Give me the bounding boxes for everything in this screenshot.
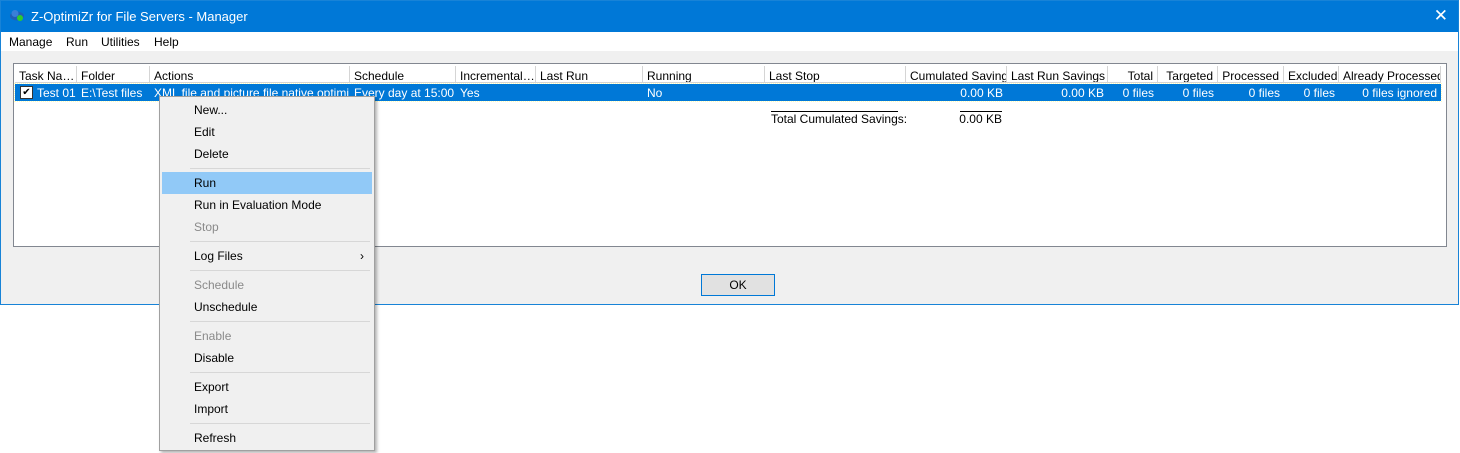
table-cell: E:\Test files	[81, 86, 143, 100]
column-header[interactable]: Task Na…	[15, 66, 77, 83]
table-cell: 0 files ignored	[1362, 86, 1437, 100]
menu-separator	[190, 168, 370, 169]
title-bar: Z-OptimiZr for File Servers - Manager ✕	[1, 1, 1458, 32]
menu-separator	[190, 270, 370, 271]
ok-button[interactable]: OK	[701, 274, 775, 296]
context-item-import[interactable]: Import	[162, 398, 372, 420]
table-cell: 0 files	[1303, 86, 1335, 100]
menu-help[interactable]: Help	[154, 35, 179, 49]
column-header[interactable]: Targeted	[1158, 66, 1218, 83]
context-menu: New... Edit Delete Run Run in Evaluation Mod…	[159, 96, 375, 451]
menu-bar: Manage Run Utilities Help	[1, 32, 1458, 51]
context-item-new[interactable]: New...	[162, 99, 372, 121]
context-item-edit[interactable]: Edit	[162, 121, 372, 143]
column-header[interactable]: Schedule	[350, 66, 456, 83]
context-item-log-files[interactable]: Log Files ›	[162, 245, 372, 267]
menu-utilities[interactable]: Utilities	[101, 35, 140, 49]
context-item-run[interactable]: Run	[162, 172, 372, 194]
menu-separator	[190, 321, 370, 322]
window-title: Z-OptimiZr for File Servers - Manager	[31, 9, 248, 24]
column-header[interactable]: Actions	[150, 66, 350, 83]
menu-separator	[190, 423, 370, 424]
chevron-right-icon: ›	[360, 249, 364, 263]
context-item-delete[interactable]: Delete	[162, 143, 372, 165]
column-header[interactable]: Total	[1108, 66, 1158, 83]
context-item-stop: Stop	[194, 220, 219, 234]
context-item-refresh[interactable]: Refresh	[162, 427, 372, 449]
menu-separator	[190, 241, 370, 242]
table-cell: 0.00 KB	[960, 86, 1003, 100]
task-checkbox[interactable]: ✔	[20, 86, 33, 99]
column-header[interactable]: Processed	[1218, 66, 1284, 83]
context-item-disable[interactable]: Disable	[162, 347, 372, 369]
total-label: Total Cumulated Savings:	[771, 112, 908, 126]
column-header[interactable]: Last Run	[536, 66, 643, 83]
table-cell: 0 files	[1182, 86, 1214, 100]
table-cell: Test 01	[37, 86, 76, 100]
menu-run[interactable]: Run	[66, 35, 88, 49]
column-header[interactable]: Incremental…	[456, 66, 536, 83]
menu-separator	[190, 372, 370, 373]
column-header[interactable]: Last Run Savings	[1007, 66, 1108, 83]
table-cell: 0.00 KB	[1061, 86, 1104, 100]
column-header[interactable]: Folder	[77, 66, 150, 83]
table-cell: Yes	[460, 86, 480, 100]
column-header[interactable]: Last Stop	[765, 66, 906, 83]
total-value: 0.00 KB	[959, 112, 1002, 126]
context-item-run-in-evaluation-mode[interactable]: Run in Evaluation Mode	[162, 194, 372, 216]
table-cell: 0 files	[1122, 86, 1154, 100]
column-header[interactable]: Cumulated Savings	[906, 66, 1007, 83]
context-item-schedule: Schedule	[194, 278, 245, 292]
column-header[interactable]: Already Processed	[1339, 66, 1441, 83]
context-item-enable: Enable	[194, 329, 232, 343]
table-cell: No	[647, 86, 663, 100]
menu-manage[interactable]: Manage	[9, 35, 52, 49]
close-icon[interactable]: ✕	[1434, 6, 1448, 26]
app-cloud-icon	[10, 10, 24, 21]
context-item-unschedule[interactable]: Unschedule	[162, 296, 372, 318]
context-item-export[interactable]: Export	[162, 376, 372, 398]
table-cell: 0 files	[1248, 86, 1280, 100]
column-header[interactable]: Running	[643, 66, 765, 83]
column-header[interactable]: Excluded	[1284, 66, 1339, 83]
